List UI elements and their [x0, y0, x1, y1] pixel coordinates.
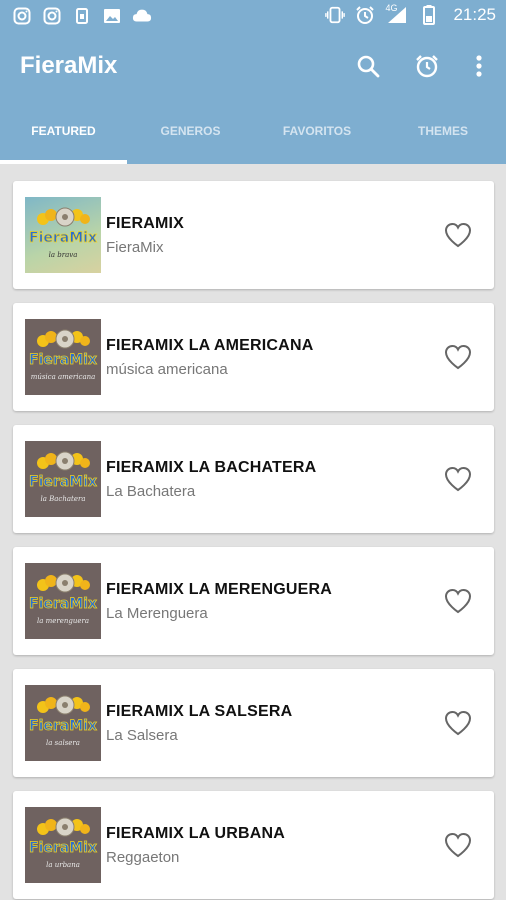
search-icon [357, 55, 380, 78]
station-title: FIERAMIX LA BACHATERA [106, 459, 317, 476]
logo-caption: la salsera [46, 739, 80, 747]
station-subtitle: Reggaeton [106, 849, 180, 866]
tab-indicator [0, 160, 127, 164]
tab-featured[interactable]: FEATURED [0, 124, 127, 138]
clock: 21:25 [453, 5, 496, 24]
favorite-button[interactable] [444, 222, 472, 248]
alarm-clock-icon [416, 55, 438, 78]
station-logo: FieraMix la brava [25, 197, 101, 273]
favorite-button[interactable] [444, 710, 472, 736]
logo-caption: la urbana [46, 861, 80, 869]
logo-wordmark: FieraMix [29, 596, 97, 612]
tab-generos[interactable]: GENEROS [127, 124, 254, 138]
cloud-icon [132, 6, 152, 26]
network-type-label: 4G [385, 3, 398, 13]
station-logo: FieraMix la salsera [25, 685, 101, 761]
station-card[interactable]: FieraMix música americana FIERAMIX LA AMER… [13, 303, 494, 411]
battery-icon [419, 5, 439, 25]
app-bar: FieraMix [0, 34, 506, 98]
station-subtitle: La Bachatera [106, 483, 196, 500]
station-title: FIERAMIX LA SALSERA [106, 703, 293, 720]
heart-icon [444, 344, 472, 370]
heart-icon [444, 222, 472, 248]
station-card[interactable]: FieraMix la brava FIERAMIX FieraMix [13, 181, 494, 289]
search-button[interactable] [352, 50, 384, 82]
tab-themes[interactable]: THEMES [380, 124, 506, 138]
logo-wordmark: FieraMix [29, 718, 97, 734]
image-icon [102, 6, 122, 26]
logo-caption: la Bachatera [40, 495, 85, 503]
app-title: FieraMix [20, 52, 118, 79]
station-subtitle: La Merenguera [106, 605, 208, 622]
station-title: FIERAMIX [106, 215, 185, 232]
station-title: FIERAMIX LA MERENGUERA [106, 581, 333, 598]
station-subtitle: música americana [106, 361, 228, 378]
logo-wordmark: FieraMix [29, 840, 97, 856]
more-options-button[interactable] [463, 50, 495, 82]
station-logo: FieraMix música americana [25, 319, 101, 395]
station-logo: FieraMix la merenguera [25, 563, 101, 639]
station-logo: FieraMix la Bachatera [25, 441, 101, 517]
instagram-icon [12, 6, 32, 26]
station-card[interactable]: FieraMix la Bachatera FIERAMIX LA BACHATER… [13, 425, 494, 533]
logo-wordmark: FieraMix [29, 474, 97, 490]
station-card[interactable]: FieraMix la merenguera FIERAMIX LA MERENGU… [13, 547, 494, 655]
status-bar: 4G 21:25 [0, 0, 506, 34]
tab-bar: FEATURED GENEROS FAVORITOS THEMES [0, 98, 506, 164]
signal-icon: 4G [385, 3, 409, 25]
more-vert-icon [476, 55, 482, 77]
station-subtitle: La Salsera [106, 727, 178, 744]
station-subtitle: FieraMix [106, 239, 164, 256]
favorite-button[interactable] [444, 466, 472, 492]
favorite-button[interactable] [444, 832, 472, 858]
heart-icon [444, 466, 472, 492]
heart-icon [444, 588, 472, 614]
logo-wordmark: FieraMix [29, 352, 97, 368]
heart-icon [444, 710, 472, 736]
station-logo: FieraMix la urbana [25, 807, 101, 883]
alarm-icon [355, 5, 375, 25]
logo-caption: la merenguera [37, 617, 89, 625]
heart-icon [444, 832, 472, 858]
instagram-icon [42, 6, 62, 26]
station-card[interactable]: FieraMix la salsera FIERAMIX LA SALSERA La … [13, 669, 494, 777]
logo-caption: música americana [31, 373, 96, 381]
logo-wordmark: FieraMix [29, 230, 97, 246]
favorite-button[interactable] [444, 344, 472, 370]
alarm-button[interactable] [411, 50, 443, 82]
vibrate-icon [325, 5, 346, 25]
station-card[interactable]: FieraMix la urbana FIERAMIX LA URBANA Regga… [13, 791, 494, 899]
sim-icon [72, 6, 92, 26]
logo-caption: la brava [49, 251, 78, 259]
tab-favoritos[interactable]: FAVORITOS [254, 124, 380, 138]
favorite-button[interactable] [444, 588, 472, 614]
station-title: FIERAMIX LA URBANA [106, 825, 285, 842]
station-title: FIERAMIX LA AMERICANA [106, 337, 314, 354]
